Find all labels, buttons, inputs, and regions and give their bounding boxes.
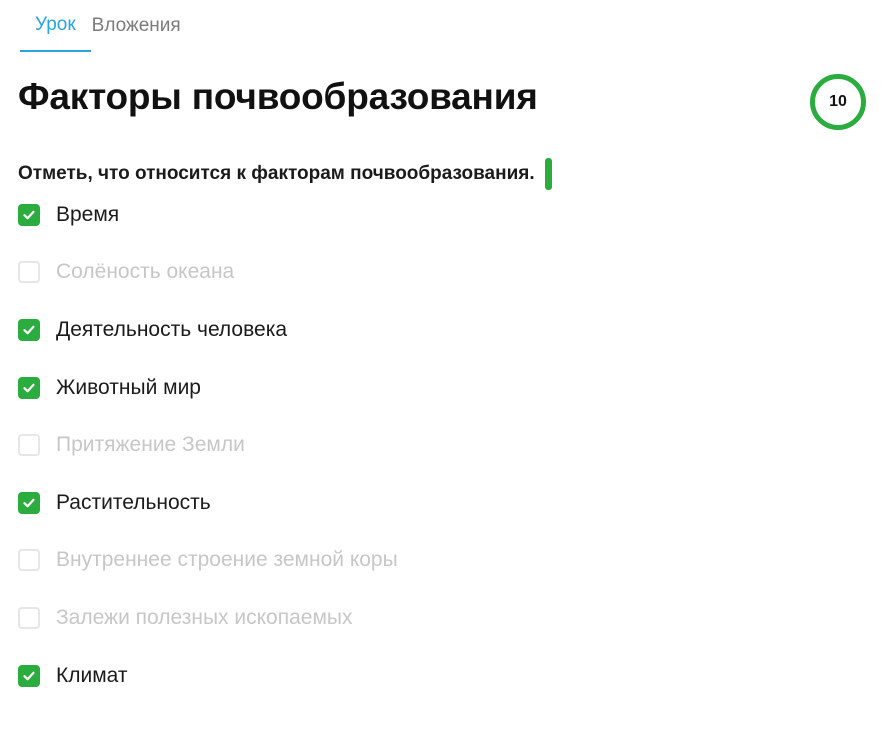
answer-option[interactable]: Деятельность человека — [18, 301, 398, 359]
checkbox[interactable] — [18, 549, 40, 572]
answer-option-label: Внутреннее строение земной коры — [56, 548, 398, 572]
answer-option-label: Притяжение Земли — [56, 433, 245, 457]
answer-option-label: Солёность океана — [56, 260, 235, 284]
checkbox[interactable] — [18, 434, 40, 457]
answer-option[interactable]: Притяжение Земли — [18, 416, 398, 474]
answer-option[interactable]: Животный мир — [18, 359, 398, 417]
answer-option[interactable]: Залежи полезных ископаемых — [18, 589, 398, 647]
tab-lesson[interactable]: Урок — [20, 0, 91, 52]
check-icon — [22, 323, 36, 337]
correct-answer-marker — [544, 158, 552, 190]
checkbox[interactable] — [18, 203, 40, 226]
check-icon — [22, 208, 36, 222]
answer-option[interactable]: Климат — [18, 647, 398, 705]
answer-option-label: Время — [56, 202, 120, 226]
score-value: 10 — [829, 93, 847, 110]
check-icon — [22, 496, 36, 510]
lesson-tabs: Урок Вложения — [20, 0, 196, 54]
check-icon — [22, 669, 36, 683]
checkbox[interactable] — [18, 261, 40, 284]
answer-option-label: Растительность — [56, 490, 211, 514]
checkbox[interactable] — [18, 318, 40, 341]
checkbox[interactable] — [18, 606, 40, 629]
answer-option-label: Климат — [56, 663, 128, 687]
answer-option[interactable]: Солёность океана — [18, 244, 398, 302]
answer-option-label: Залежи полезных ископаемых — [56, 605, 353, 629]
answer-option[interactable]: Внутреннее строение земной коры — [18, 532, 398, 590]
checkbox[interactable] — [18, 491, 40, 514]
answer-option-label: Животный мир — [56, 375, 201, 399]
page-title: Факторы почвообразования — [18, 76, 538, 117]
checkbox[interactable] — [18, 664, 40, 687]
check-icon — [22, 381, 36, 395]
answer-options: Время Солёность океана Деятельность чело… — [18, 186, 398, 704]
answer-option[interactable]: Время — [18, 186, 398, 244]
tab-attachments[interactable]: Вложения — [91, 0, 196, 52]
score-badge: 10 — [810, 74, 866, 130]
question-text: Отметь, что относится к факторам почвооб… — [18, 163, 535, 184]
answer-option-label: Деятельность человека — [56, 317, 288, 341]
checkbox[interactable] — [18, 376, 40, 399]
answer-option[interactable]: Растительность — [18, 474, 398, 532]
